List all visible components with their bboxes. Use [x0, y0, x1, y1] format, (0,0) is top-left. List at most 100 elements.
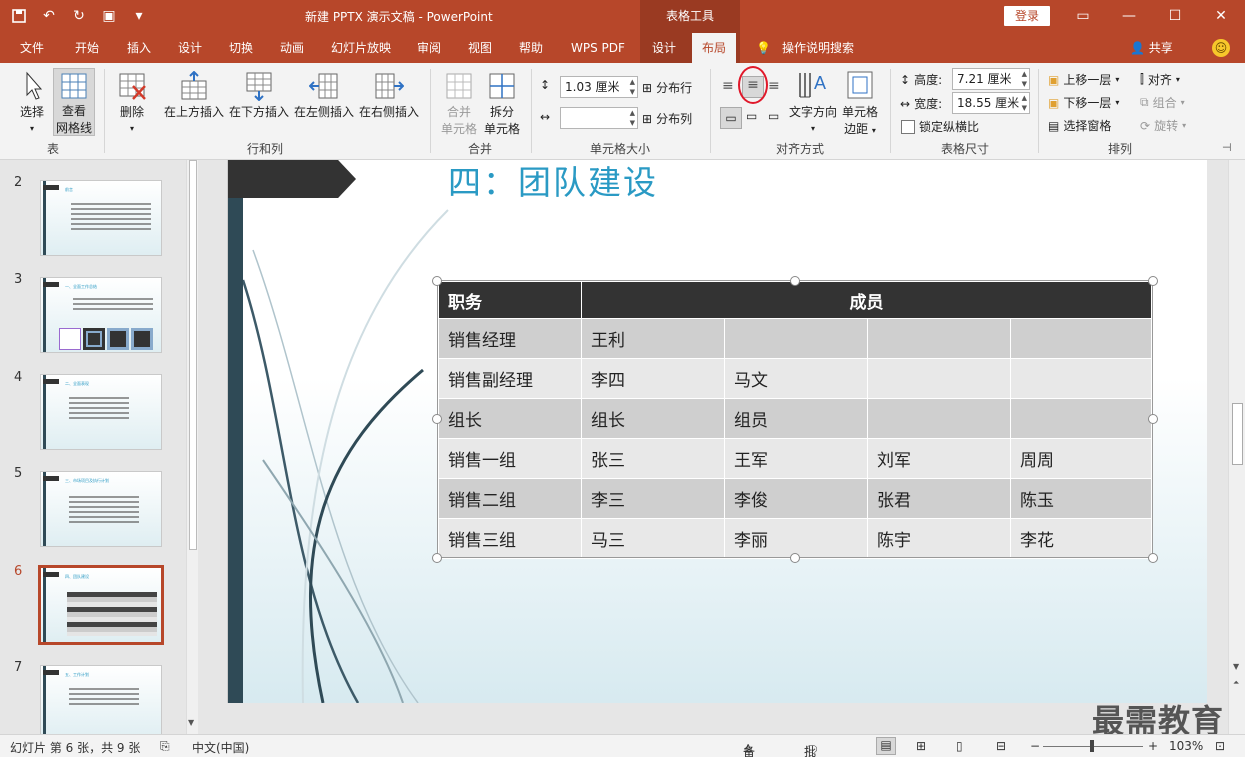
login-button[interactable]: 登录 — [1004, 6, 1050, 26]
tell-me-search[interactable]: 操作说明搜索 — [778, 33, 858, 63]
insert-left-button[interactable]: 在左侧插入 — [292, 71, 356, 120]
split-cells-button[interactable]: 拆分 单元格 — [481, 71, 523, 137]
slide-6[interactable]: 四：团队建设 职务 成员 销售经理 王利 销售副经理 李四 马文 组长 组长 组… — [227, 160, 1207, 703]
spinner-arrows-icon[interactable]: ▲ ▼ — [1022, 93, 1027, 113]
spell-check-icon[interactable]: ⎘ — [160, 739, 170, 754]
bring-forward-button[interactable]: ▣ 上移一层 ▾ — [1048, 71, 1119, 88]
thumb-box — [131, 328, 153, 350]
lightbulb-icon[interactable]: 💡 — [752, 33, 775, 63]
text-direction-button[interactable]: A 文字方向 ▾ — [788, 69, 838, 134]
delete-table-button[interactable]: 删除 ▾ — [113, 71, 151, 134]
tab-view[interactable]: 视图 — [464, 33, 496, 63]
canvas-scrollbar[interactable]: ▼ ⏶ — [1228, 160, 1245, 734]
cell-margins-button[interactable]: 单元格 边距 ▾ — [840, 69, 880, 137]
insert-above-button[interactable]: 在上方插入 — [162, 71, 226, 120]
tab-transitions[interactable]: 切换 — [225, 33, 257, 63]
merge-cells-button[interactable]: 合并 单元格 — [438, 71, 480, 137]
insert-right-button[interactable]: 在右侧插入 — [357, 71, 421, 120]
slideshow-icon[interactable]: ⊟ — [996, 739, 1006, 753]
cell-width-input[interactable]: ▲ ▼ — [560, 107, 638, 129]
insert-below-button[interactable]: 在下方插入 — [227, 71, 291, 120]
table-height-input[interactable]: 7.21 厘米 ▲ ▼ — [952, 68, 1030, 90]
view-gridlines-button[interactable]: 查看 网格线 — [53, 68, 95, 136]
language-indicator[interactable]: 中文(中国) — [192, 739, 249, 756]
tab-slideshow[interactable]: 幻灯片放映 — [327, 33, 395, 63]
resize-handle-top-right[interactable] — [1148, 276, 1158, 286]
table-width-input[interactable]: 18.55 厘米 ▲ ▼ — [952, 92, 1030, 114]
feedback-smiley-icon[interactable]: ☺ — [1212, 39, 1230, 57]
tab-insert[interactable]: 插入 — [123, 33, 155, 63]
slide-thumbnail-7[interactable]: 五、工作计划 — [40, 665, 162, 734]
close-icon[interactable]: ✕ — [1206, 4, 1236, 28]
spinner-arrows-icon[interactable]: ▲ ▼ — [630, 108, 635, 128]
resize-handle-right[interactable] — [1148, 414, 1158, 424]
redo-icon[interactable]: ↻ — [68, 6, 90, 26]
tab-home[interactable]: 开始 — [71, 33, 103, 63]
thumbnail-scrollbar[interactable]: ▼ — [186, 160, 198, 734]
normal-view-icon[interactable]: ▤ — [876, 737, 896, 755]
scroll-down-icon[interactable]: ▼ — [1233, 662, 1239, 671]
align-bottom-icon[interactable]: ▭ — [768, 109, 779, 123]
highlight-circle — [738, 66, 768, 104]
tab-file[interactable]: 文件 — [16, 33, 48, 63]
tab-help[interactable]: 帮助 — [515, 33, 547, 63]
zoom-level[interactable]: 103% — [1169, 739, 1203, 753]
zoom-in-icon[interactable]: + — [1148, 739, 1158, 753]
resize-handle-top-left[interactable] — [432, 276, 442, 286]
spinner-arrows-icon[interactable]: ▲ ▼ — [630, 77, 635, 97]
lock-aspect-ratio-checkbox[interactable]: 锁定纵横比 — [901, 118, 979, 135]
distribute-rows-button[interactable]: ⊞ 分布行 — [642, 79, 692, 96]
resize-handle-left[interactable] — [432, 414, 442, 424]
resize-handle-bottom[interactable] — [790, 553, 800, 563]
slide-thumbnail-4[interactable]: 二、全面表现 — [40, 374, 162, 450]
tab-animations[interactable]: 动画 — [276, 33, 308, 63]
align-objects-button[interactable]: ⫿ 对齐 ▾ — [1140, 71, 1180, 88]
insert-left-icon — [309, 73, 338, 99]
share-button[interactable]: 👤 共享 — [1130, 33, 1173, 63]
tab-table-layout[interactable]: 布局 — [692, 33, 737, 63]
zoom-out-icon[interactable]: − — [1030, 739, 1040, 753]
resize-handle-bottom-right[interactable] — [1148, 553, 1158, 563]
spinner-arrows-icon[interactable]: ▲ ▼ — [1022, 69, 1027, 89]
scrollbar-handle[interactable] — [1232, 403, 1243, 465]
bring-forward-icon: ▣ — [1048, 72, 1060, 87]
row-height-icon: ↕ — [540, 78, 551, 92]
rotate-button[interactable]: ⟳ 旋转 ▾ — [1140, 117, 1186, 134]
undo-icon[interactable]: ↶ — [38, 6, 60, 26]
resize-handle-bottom-left[interactable] — [432, 553, 442, 563]
zoom-slider-thumb[interactable] — [1090, 740, 1094, 752]
align-top-icon[interactable]: ▭ — [720, 107, 742, 129]
slide-title[interactable]: 四：团队建设 — [448, 160, 658, 204]
present-icon[interactable]: ▣ — [98, 6, 120, 26]
slide-sorter-icon[interactable]: ⊞ — [916, 739, 926, 753]
scrollbar-handle[interactable] — [189, 160, 197, 550]
reading-view-icon[interactable]: ▯ — [956, 739, 963, 753]
tab-design[interactable]: 设计 — [174, 33, 206, 63]
align-middle-icon[interactable]: ▭ — [746, 109, 757, 123]
selection-pane-button[interactable]: ▤ 选择窗格 — [1048, 117, 1111, 134]
tab-wps-pdf[interactable]: WPS PDF — [567, 33, 629, 63]
ribbon-display-icon[interactable]: ▭ — [1068, 4, 1098, 28]
fit-to-window-icon[interactable]: ⊡ — [1215, 739, 1225, 753]
slide-thumbnail-5[interactable]: 三、市场项目及执行计划 — [40, 471, 162, 547]
group-objects-button[interactable]: ⧉ 组合 ▾ — [1140, 94, 1185, 111]
slide-thumbnail-3[interactable]: 一、全面工作总结 — [40, 277, 162, 353]
select-button[interactable]: 选择 ▾ — [14, 71, 50, 134]
distribute-cols-button[interactable]: ⊞ 分布列 — [642, 110, 692, 127]
resize-handle-top[interactable] — [790, 276, 800, 286]
tab-table-design[interactable]: 设计 — [648, 33, 680, 63]
minimize-icon[interactable]: — — [1114, 4, 1144, 28]
scroll-down-icon[interactable]: ▼ — [188, 718, 194, 727]
slide-thumbnail-2[interactable]: 前言 — [40, 180, 162, 256]
align-right-icon[interactable]: ≡ — [768, 78, 780, 94]
send-backward-button[interactable]: ▣ 下移一层 ▾ — [1048, 94, 1119, 111]
customize-icon[interactable]: ▾ — [128, 6, 150, 26]
save-icon[interactable] — [8, 6, 30, 26]
maximize-icon[interactable]: ☐ — [1160, 4, 1190, 28]
tab-review[interactable]: 审阅 — [413, 33, 445, 63]
previous-slide-icon[interactable]: ⏶ — [1233, 678, 1239, 688]
collapse-ribbon-icon[interactable]: ⊣ — [1222, 141, 1232, 154]
slide-thumbnail-6[interactable]: 四、团队建设 — [38, 565, 164, 645]
align-left-icon[interactable]: ≡ — [722, 78, 734, 94]
cell-height-input[interactable]: 1.03 厘米 ▲ ▼ — [560, 76, 638, 98]
